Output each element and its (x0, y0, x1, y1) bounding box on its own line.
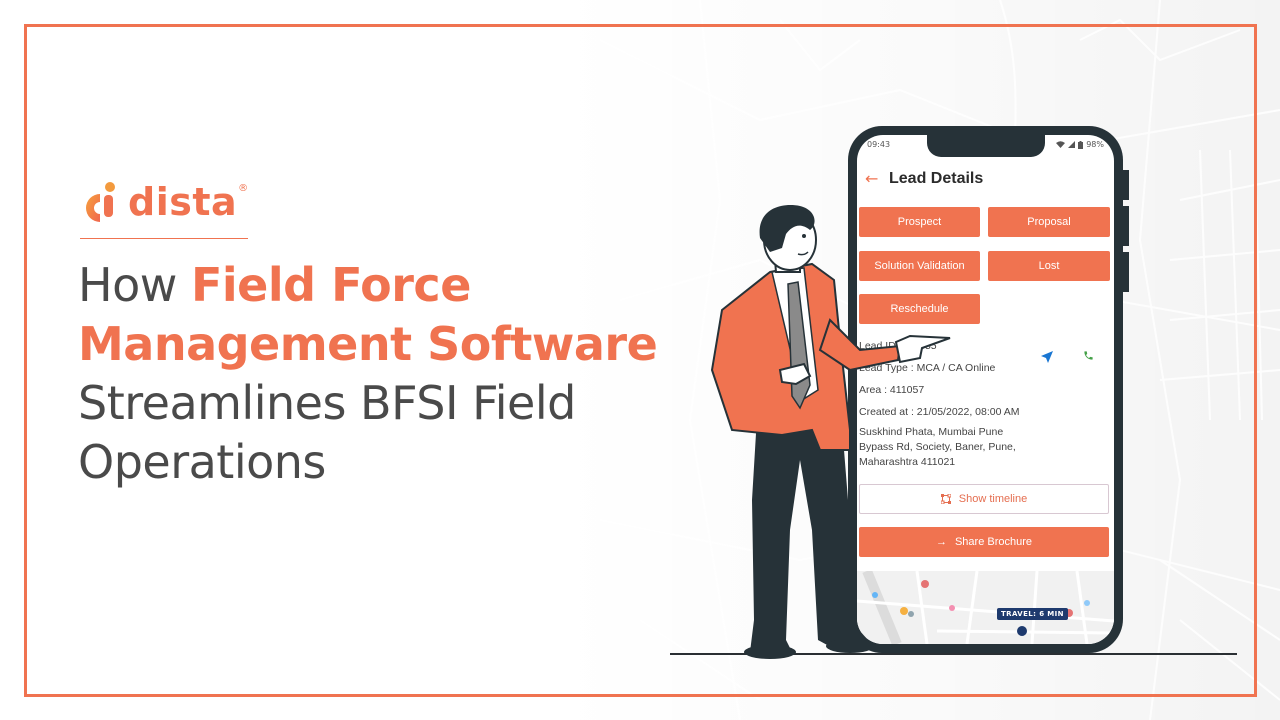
phone-call-icon[interactable] (1083, 350, 1094, 361)
phone-volume-up-button (1123, 206, 1129, 246)
screen-title: Lead Details (889, 169, 984, 187)
registered-mark: ® (238, 183, 249, 194)
arrow-left-icon[interactable]: ← (865, 169, 889, 188)
app-bar: ← Lead Details (865, 169, 983, 188)
headline-accent-1: Field Force (190, 258, 471, 312)
headline-accent-2: Management Software (78, 317, 658, 371)
phone-side-button (1123, 170, 1129, 200)
dista-logo: dista ® (80, 180, 248, 224)
navigation-arrow-icon[interactable] (1041, 351, 1053, 363)
headline: How Field Force Management Software Stre… (78, 256, 718, 492)
status-time: 09:43 (867, 140, 891, 149)
status-icons: 98% (1056, 140, 1104, 149)
phone-volume-down-button (1123, 252, 1129, 292)
wifi-icon (1056, 141, 1066, 148)
signal-icon (1068, 141, 1076, 148)
left-shoe (744, 645, 796, 659)
right-shoe (826, 639, 874, 653)
headline-line-4: Operations (78, 435, 326, 489)
travel-time-badge: TRAVEL: 6 MIN (997, 608, 1068, 620)
dista-logo-mark-icon (86, 182, 115, 222)
businessman-illustration (710, 205, 951, 659)
headline-prefix: How (78, 258, 191, 312)
headline-line-3: Streamlines BFSI Field (78, 376, 576, 430)
brand-name: dista (128, 180, 238, 224)
battery-level: 98% (1086, 140, 1104, 149)
logo-divider (80, 238, 248, 239)
pointing-hand (894, 334, 951, 364)
stage-button-lost[interactable]: Lost (988, 251, 1110, 281)
battery-icon (1078, 140, 1084, 149)
stage-button-proposal[interactable]: Proposal (988, 207, 1110, 237)
eye (802, 234, 806, 238)
phone-notch (927, 135, 1045, 157)
